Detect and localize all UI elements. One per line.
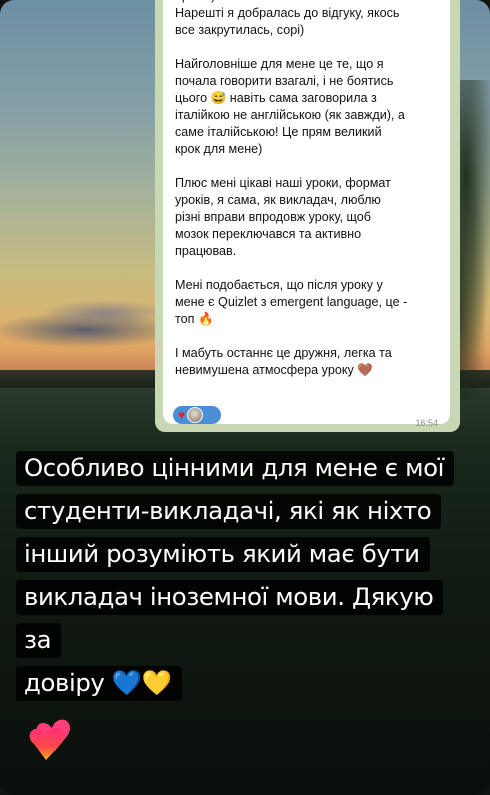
story-caption: Особливо цінними для мене є мої студенти… bbox=[16, 446, 466, 704]
caption-line-text: Особливо цінними для мене є мої bbox=[24, 453, 445, 482]
red-heart-icon: ♥ bbox=[178, 408, 186, 422]
caption-line: інший розуміють який має бути bbox=[16, 537, 430, 572]
caption-line-text: студенти-викладачі, які як ніхто bbox=[24, 496, 432, 525]
caption-line: довіру 💙💛 bbox=[16, 666, 182, 701]
avatar bbox=[187, 407, 204, 423]
caption-line: студенти-викладачі, які як ніхто bbox=[16, 494, 442, 529]
like-heart-icon[interactable] bbox=[26, 718, 72, 770]
sunset-cloud bbox=[40, 300, 170, 326]
message-time: 16:54 bbox=[415, 418, 438, 428]
chat-screenshot: привіт) Нарешті я добралась до відгуку, … bbox=[155, 0, 460, 432]
yellow-heart-icon: 💛 bbox=[141, 668, 172, 697]
caption-line-text: довіру bbox=[24, 668, 105, 697]
caption-line-text: інший розуміють який має бути bbox=[24, 539, 420, 568]
reaction-pill: ♥ bbox=[173, 406, 221, 424]
caption-line: Особливо цінними для мене є мої bbox=[16, 451, 455, 486]
blue-heart-icon: 💙 bbox=[111, 668, 142, 697]
story-background: привіт) Нарешті я добралась до відгуку, … bbox=[0, 0, 490, 795]
caption-line-text: викладач іноземної мови. Дякую за bbox=[24, 582, 434, 654]
caption-line: викладач іноземної мови. Дякую за bbox=[16, 580, 444, 658]
message-bubble: привіт) Нарешті я добралась до відгуку, … bbox=[163, 0, 450, 428]
message-text: привіт) Нарешті я добралась до відгуку, … bbox=[175, 0, 408, 377]
